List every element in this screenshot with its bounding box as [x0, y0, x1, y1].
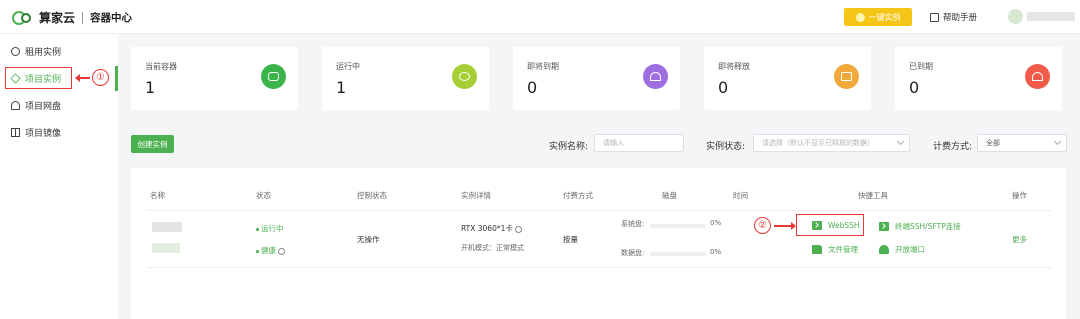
- brand-name: 算家云: [39, 11, 76, 25]
- quick-instance-button[interactable]: 一键实例: [844, 8, 912, 26]
- column-header-billing: 付费方式: [563, 191, 593, 200]
- book-icon: [930, 12, 939, 22]
- column-header-time: 时间: [733, 191, 748, 200]
- stat-label: 即将释放: [718, 62, 750, 71]
- stat-card-expiring[interactable]: 即将到期 0: [513, 47, 680, 110]
- stat-value: 1: [145, 78, 156, 97]
- stat-card-expired[interactable]: 已到期 0: [895, 47, 1062, 110]
- gpu-spec: RTX 3060*1卡: [461, 223, 522, 234]
- column-header-name: 名称: [150, 191, 165, 200]
- column-header-actions: 操作: [1012, 191, 1027, 200]
- instance-name-blurred[interactable]: [152, 222, 182, 232]
- stat-label: 当前容器: [145, 62, 177, 71]
- user-menu[interactable]: [1008, 9, 1075, 24]
- data-disk-progress: [650, 252, 706, 256]
- instance-table: [131, 168, 1066, 319]
- container-icon: [261, 64, 286, 89]
- info-icon[interactable]: [278, 247, 285, 255]
- help-manual-link[interactable]: 帮助手册: [930, 11, 977, 23]
- billing-method-select[interactable]: 全部: [977, 134, 1067, 152]
- release-icon: [834, 64, 859, 89]
- stat-card-current[interactable]: 当前容器 1: [131, 47, 298, 110]
- stat-value: 1: [336, 78, 347, 97]
- instance-status-select[interactable]: 请选择（默认不显示已释放的数据）: [753, 134, 910, 152]
- annotation-number: ②: [754, 217, 771, 234]
- ssh-sftp-connect-button[interactable]: 终端SSH/SFTP连接: [879, 221, 961, 232]
- alarm-icon: [1025, 64, 1050, 89]
- folder-icon: [812, 245, 822, 254]
- stat-label: 即将到期: [527, 62, 559, 71]
- control-status: 无操作: [357, 235, 380, 244]
- lightning-icon: [855, 12, 865, 22]
- divider: [147, 267, 1052, 268]
- column-header-disk: 磁盘: [662, 191, 677, 200]
- data-disk-label: 数据盘:: [621, 249, 645, 257]
- instance-name-input[interactable]: 请输入: [594, 134, 684, 152]
- stat-card-releasing[interactable]: 即将释放 0: [704, 47, 871, 110]
- system-disk-percent: 0%: [710, 219, 722, 227]
- system-disk-progress: [650, 224, 706, 228]
- status-running-badge: 运行中: [256, 223, 284, 234]
- file-manager-button[interactable]: 文件管理: [812, 244, 858, 255]
- annotation-arrow: [75, 74, 90, 81]
- port-icon: [879, 245, 889, 254]
- terminal-icon: [879, 222, 889, 231]
- instance-status-label: 实例状态:: [706, 142, 746, 152]
- system-disk-label: 系统盘:: [621, 220, 645, 228]
- username-blurred: [1027, 12, 1075, 21]
- instance-name-label: 实例名称:: [549, 142, 589, 152]
- annotation-highlight-box: [5, 67, 72, 89]
- sidebar-item-rented-instances[interactable]: 租用实例: [0, 40, 118, 62]
- chevron-down-icon: [896, 137, 905, 146]
- annotation-highlight-box: [796, 214, 864, 236]
- stat-value: 0: [718, 78, 729, 97]
- section-title: 容器中心: [90, 12, 133, 24]
- billing-method-label: 计费方式:: [933, 142, 973, 152]
- column-header-control: 控制状态: [357, 191, 387, 200]
- running-icon: [452, 64, 477, 89]
- stat-label: 运行中: [336, 62, 360, 71]
- brand-logo[interactable]: 算家云 容器中心: [12, 9, 132, 26]
- annotation-arrow: [774, 222, 796, 229]
- avatar: [1008, 9, 1023, 24]
- chevron-down-icon: [1053, 137, 1062, 146]
- bell-icon: [643, 64, 668, 89]
- annotation-number: ①: [92, 69, 109, 86]
- open-ports-button[interactable]: 开放端口: [879, 244, 925, 255]
- image-grid-icon: [11, 127, 20, 137]
- more-actions-link[interactable]: 更多: [1012, 234, 1027, 245]
- divider: [147, 210, 1052, 211]
- gauge-icon: [11, 46, 20, 56]
- create-instance-button[interactable]: 创建实例: [131, 135, 174, 153]
- sidebar: 租用实例 项目实例 项目网盘 项目镜像 ①: [0, 34, 118, 319]
- cloud-drive-icon: [11, 100, 20, 110]
- column-header-status: 状态: [256, 191, 271, 200]
- top-header: 算家云 容器中心 一键实例 帮助手册: [0, 0, 1080, 34]
- info-icon[interactable]: [514, 225, 522, 233]
- logo-icon: [12, 10, 36, 26]
- boot-mode: 开机模式：正常模式: [461, 244, 524, 252]
- stat-label: 已到期: [909, 62, 933, 71]
- sidebar-item-project-drive[interactable]: 项目网盘: [0, 94, 118, 116]
- status-health-badge: 健康: [256, 245, 285, 256]
- divider: [82, 11, 84, 24]
- instance-id-blurred: [152, 243, 180, 253]
- sidebar-item-project-images[interactable]: 项目镜像: [0, 121, 118, 143]
- column-header-details: 实例详情: [461, 191, 491, 200]
- column-header-tools: 快捷工具: [858, 191, 888, 200]
- active-indicator: [115, 66, 118, 91]
- data-disk-percent: 0%: [710, 248, 722, 256]
- stat-card-running[interactable]: 运行中 1: [322, 47, 489, 110]
- stat-value: 0: [909, 78, 920, 97]
- stat-value: 0: [527, 78, 538, 97]
- billing-type: 按量: [563, 235, 578, 244]
